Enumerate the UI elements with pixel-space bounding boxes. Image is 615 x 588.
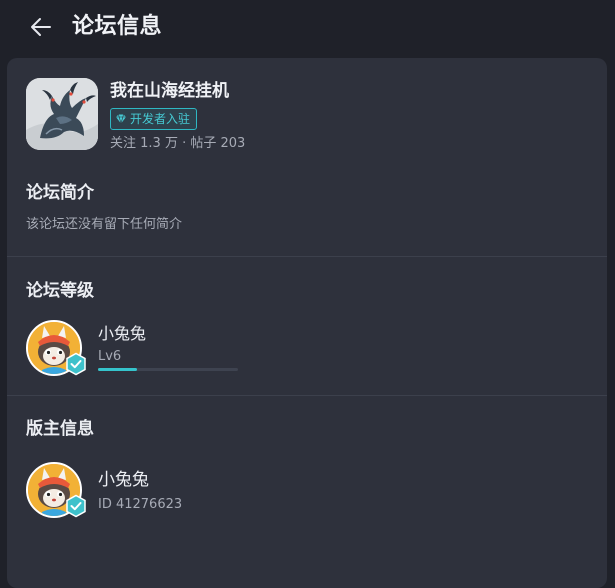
game-icon bbox=[26, 78, 98, 150]
divider bbox=[7, 256, 607, 257]
moderator-id: ID 41276623 bbox=[98, 497, 183, 512]
level-label: Lv6 bbox=[98, 349, 122, 364]
avatar[interactable] bbox=[26, 462, 86, 518]
developer-badge: 开发者入驻 bbox=[110, 108, 198, 130]
verified-icon bbox=[66, 494, 86, 518]
divider bbox=[7, 395, 607, 396]
level-progress-fill bbox=[98, 368, 138, 371]
arrow-left-icon bbox=[31, 18, 51, 36]
intro-text: 该论坛还没有留下任何简介 bbox=[26, 217, 183, 232]
forum-name: 我在山海经挂机 bbox=[110, 81, 229, 101]
verified-icon bbox=[66, 352, 86, 376]
moderator-title: 版主信息 bbox=[26, 419, 94, 439]
back-button[interactable] bbox=[26, 12, 56, 42]
forum-info-panel: 我在山海经挂机 开发者入驻 关注 1.3 万 · 帖子 203 论坛简介 该论坛… bbox=[7, 58, 607, 588]
moderator-name: 小兔兔 bbox=[98, 470, 149, 490]
diamond-icon bbox=[116, 114, 126, 124]
page-title: 论坛信息 bbox=[72, 14, 163, 39]
developer-badge-label: 开发者入驻 bbox=[130, 112, 191, 126]
forum-stats: 关注 1.3 万 · 帖子 203 bbox=[110, 136, 246, 151]
intro-title: 论坛简介 bbox=[26, 183, 94, 203]
level-title: 论坛等级 bbox=[26, 281, 94, 301]
level-user-name: 小兔兔 bbox=[98, 324, 147, 343]
avatar[interactable] bbox=[26, 320, 86, 376]
level-progress-bar bbox=[98, 368, 238, 371]
top-bar: 论坛信息 bbox=[0, 0, 615, 56]
